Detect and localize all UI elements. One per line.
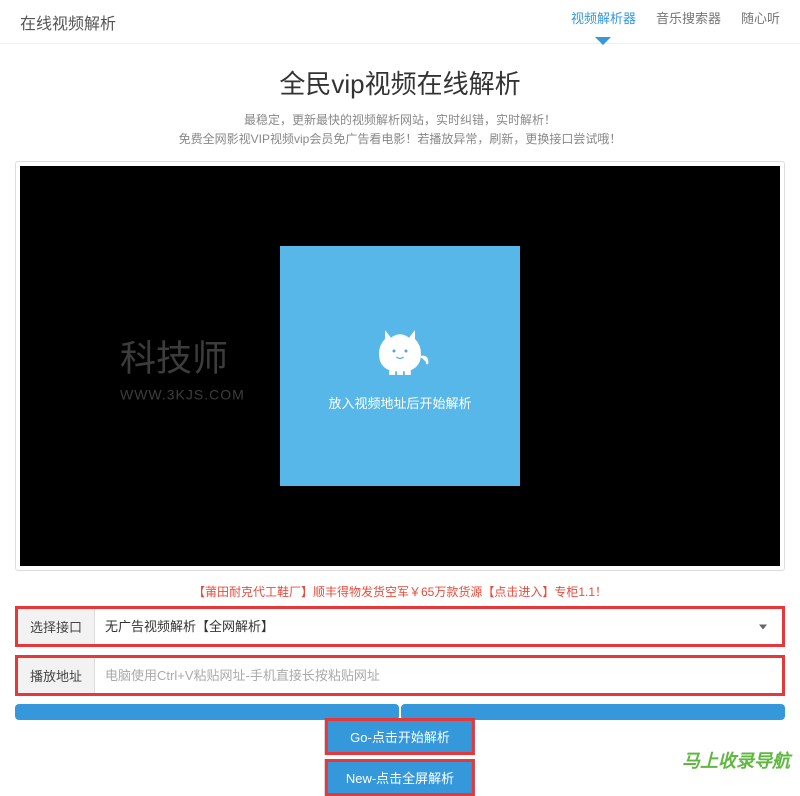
- go-button[interactable]: Go-点击开始解析: [325, 718, 475, 755]
- player-container: 科技师 WWW.3KJS.COM 放入视频地址后开始解析: [15, 161, 785, 571]
- interface-row: 选择接口 无广告视频解析【全网解析】: [15, 606, 785, 647]
- interface-label: 选择接口: [18, 609, 95, 644]
- url-input[interactable]: [95, 658, 782, 693]
- watermark: 科技师 WWW.3KJS.COM: [120, 330, 245, 403]
- header: 在线视频解析 视频解析器 音乐搜索器 随心听: [0, 0, 800, 44]
- button-container: Go-点击开始解析 New-点击全屏解析: [15, 704, 785, 768]
- subtitle-line1: 最稳定，更新最快的视频解析网站，实时纠错，实时解析！: [15, 111, 785, 130]
- interface-select[interactable]: 无广告视频解析【全网解析】: [95, 609, 782, 644]
- player-hint: 放入视频地址后开始解析: [328, 393, 471, 412]
- url-label: 播放地址: [18, 658, 95, 693]
- page-subtitle: 最稳定，更新最快的视频解析网站，实时纠错，实时解析！ 免费全网影视VIP视频vi…: [15, 111, 785, 149]
- page-title: 全民vip视频在线解析: [15, 64, 785, 101]
- cat-icon: [370, 321, 430, 381]
- ad-banner[interactable]: 【莆田耐克代工鞋厂】顺丰得物发货空军￥65万款货源【点击进入】专柜1.1！: [15, 583, 785, 600]
- top-nav: 视频解析器 音乐搜索器 随心听: [571, 8, 780, 35]
- player-placeholder: 放入视频地址后开始解析: [280, 246, 520, 486]
- url-row: 播放地址: [15, 655, 785, 696]
- video-player[interactable]: 科技师 WWW.3KJS.COM 放入视频地址后开始解析: [20, 166, 780, 566]
- site-title: 在线视频解析: [20, 10, 116, 34]
- new-button[interactable]: New-点击全屏解析: [325, 759, 475, 796]
- nav-listen[interactable]: 随心听: [741, 8, 780, 35]
- nav-music-search[interactable]: 音乐搜索器: [656, 8, 721, 35]
- subtitle-line2: 免费全网影视VIP视频vip会员免广告看电影！若播放异常，刷新，更换接口尝试哦！: [15, 130, 785, 149]
- watermark-big: 科技师: [120, 330, 245, 382]
- main-content: 全民vip视频在线解析 最稳定，更新最快的视频解析网站，实时纠错，实时解析！ 免…: [0, 44, 800, 778]
- watermark-small: WWW.3KJS.COM: [120, 387, 245, 403]
- nav-video-parser[interactable]: 视频解析器: [571, 8, 636, 35]
